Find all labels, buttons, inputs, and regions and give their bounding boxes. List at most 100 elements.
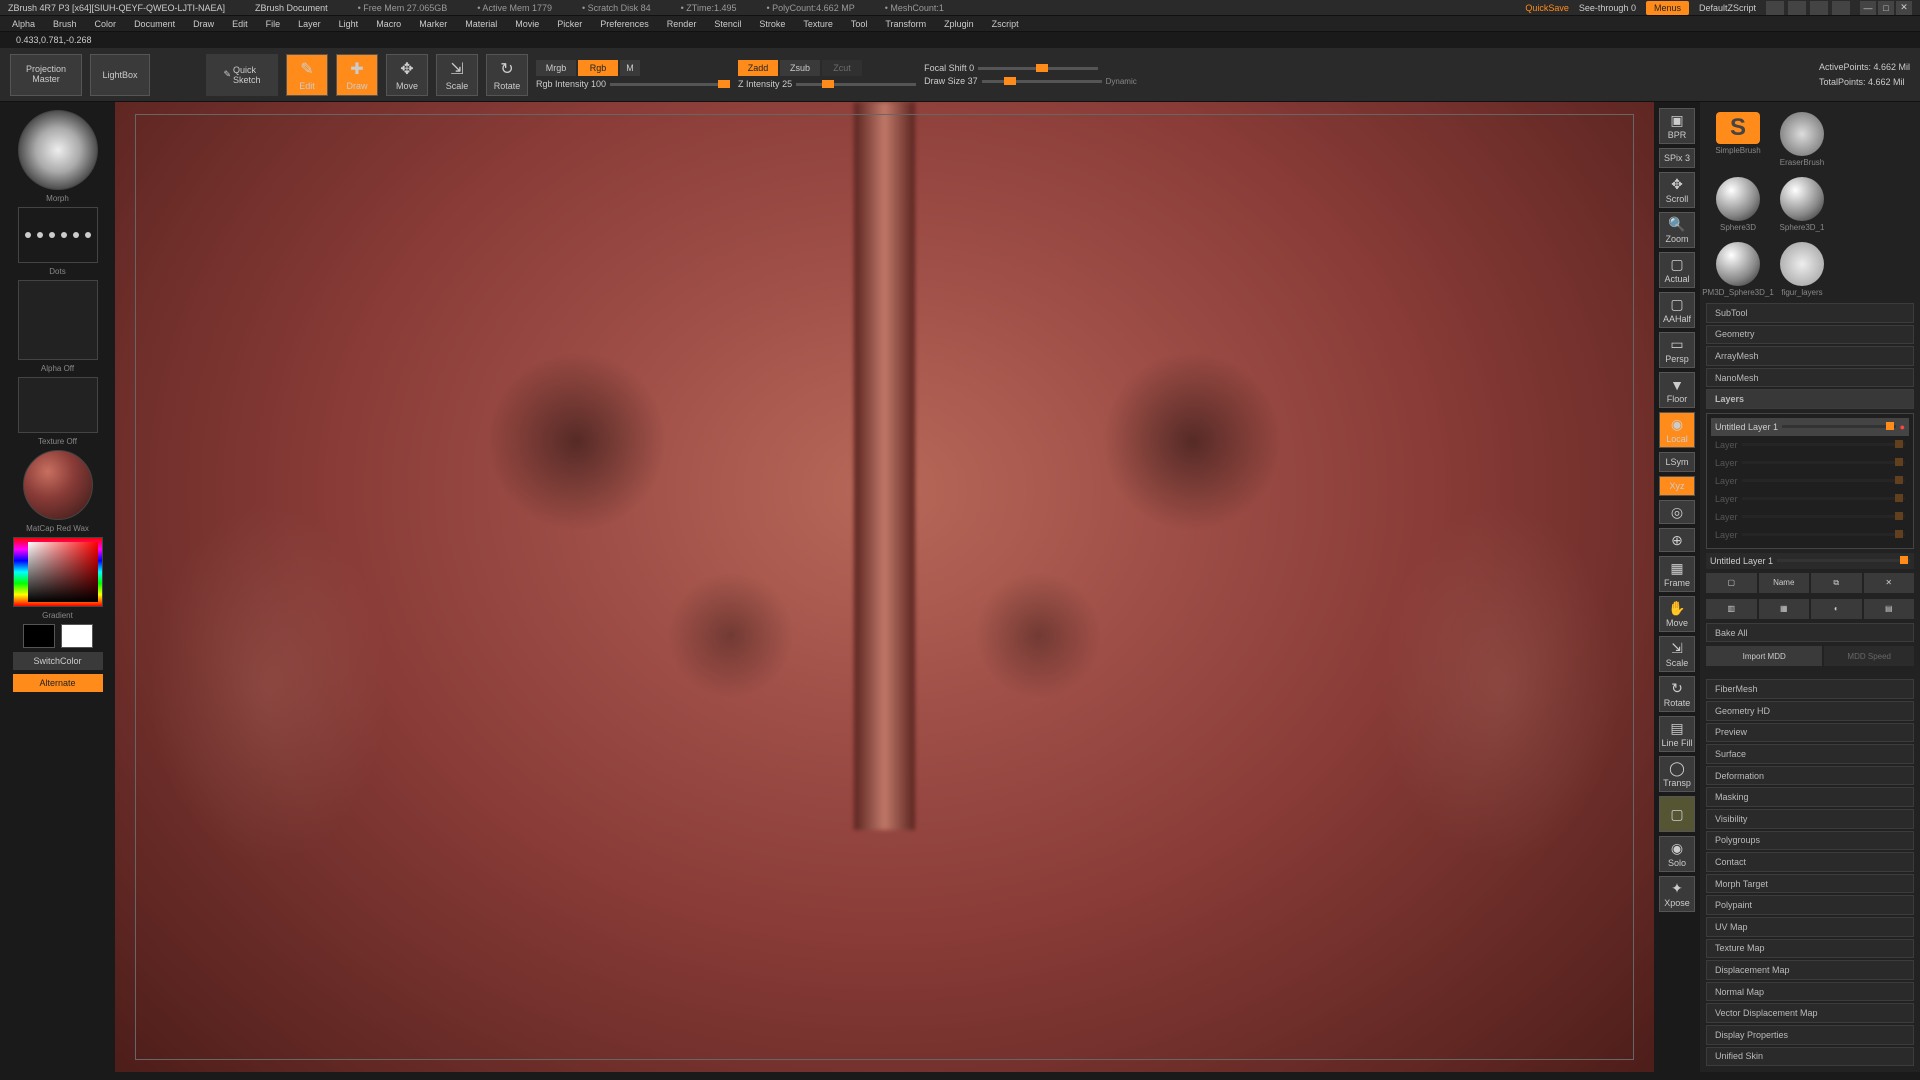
section-subtool[interactable]: SubTool <box>1706 303 1914 323</box>
edit-mode-button[interactable]: ✎Edit <box>286 54 328 96</box>
target-button[interactable]: ⊕ <box>1659 528 1695 552</box>
solo-button[interactable]: ◉Solo <box>1659 836 1695 872</box>
stroke-selector[interactable] <box>18 207 98 263</box>
default-script[interactable]: DefaultZScript <box>1699 3 1756 13</box>
menu-item[interactable]: Marker <box>419 19 447 29</box>
menu-item[interactable]: Texture <box>803 19 833 29</box>
layer-x-button[interactable]: ▤ <box>1864 599 1915 619</box>
section-morph-target[interactable]: Morph Target <box>1706 874 1914 894</box>
local-button[interactable]: ◉Local <box>1659 412 1695 448</box>
frame-button[interactable]: ▦Frame <box>1659 556 1695 592</box>
layer-dup-button[interactable]: ⧉ <box>1811 573 1862 593</box>
transp-button[interactable]: ◯Transp <box>1659 756 1695 792</box>
section-display-properties[interactable]: Display Properties <box>1706 1025 1914 1045</box>
section-vector-disp-map[interactable]: Vector Displacement Map <box>1706 1003 1914 1023</box>
section-uv-map[interactable]: UV Map <box>1706 917 1914 937</box>
tool-sphere3d-1[interactable]: Sphere3D_1 <box>1774 177 1830 232</box>
section-deformation[interactable]: Deformation <box>1706 766 1914 786</box>
menu-item[interactable]: Tool <box>851 19 868 29</box>
linefill-button[interactable]: ▤Line Fill <box>1659 716 1695 752</box>
section-layers[interactable]: Layers <box>1706 389 1914 409</box>
bake-all-button[interactable]: Bake All <box>1706 623 1914 643</box>
material-selector[interactable] <box>23 450 93 520</box>
menu-item[interactable]: Transform <box>885 19 926 29</box>
projection-master-button[interactable]: Projection Master <box>10 54 82 96</box>
rotate-mode-button[interactable]: ↻Rotate <box>486 54 528 96</box>
section-displacement-map[interactable]: Displacement Map <box>1706 960 1914 980</box>
layer-merge-button[interactable]: ▦ <box>1759 599 1810 619</box>
layer-row[interactable]: Layer <box>1711 490 1909 508</box>
menu-item[interactable]: Zscript <box>992 19 1019 29</box>
layer-row[interactable]: Untitled Layer 1● <box>1711 418 1909 436</box>
layout-icon[interactable] <box>1832 1 1850 15</box>
section-preview[interactable]: Preview <box>1706 723 1914 743</box>
layer-invert-button[interactable]: ◐ <box>1811 599 1862 619</box>
rotate-nav-button[interactable]: ↻Rotate <box>1659 676 1695 712</box>
rgb-intensity-slider[interactable]: Rgb Intensity 100 <box>536 79 730 89</box>
layer-del-button[interactable]: ✕ <box>1864 573 1915 593</box>
secondary-color-swatch[interactable] <box>61 624 93 648</box>
menu-item[interactable]: Document <box>134 19 175 29</box>
tool-figur-layers[interactable]: figur_layers <box>1774 242 1830 297</box>
quicksave-button[interactable]: QuickSave <box>1525 3 1569 13</box>
section-masking[interactable]: Masking <box>1706 787 1914 807</box>
section-geometry[interactable]: Geometry <box>1706 325 1914 345</box>
scale-mode-button[interactable]: ⇲Scale <box>436 54 478 96</box>
layer-split-button[interactable]: ▥ <box>1706 599 1757 619</box>
menu-item[interactable]: Light <box>339 19 359 29</box>
menu-item[interactable]: File <box>266 19 281 29</box>
menu-item[interactable]: Preferences <box>600 19 649 29</box>
menus-button[interactable]: Menus <box>1646 1 1689 15</box>
mrgb-button[interactable]: Mrgb <box>536 60 576 76</box>
draw-mode-button[interactable]: ✚Draw <box>336 54 378 96</box>
maximize-icon[interactable]: □ <box>1878 1 1894 15</box>
menu-item[interactable]: Edit <box>232 19 248 29</box>
layer-row[interactable]: Layer <box>1711 472 1909 490</box>
texture-selector[interactable] <box>18 377 98 433</box>
section-fibermesh[interactable]: FiberMesh <box>1706 679 1914 699</box>
menu-item[interactable]: Alpha <box>12 19 35 29</box>
menu-item[interactable]: Brush <box>53 19 77 29</box>
menu-item[interactable]: Color <box>95 19 117 29</box>
menu-item[interactable]: Material <box>465 19 497 29</box>
see-through-slider[interactable]: See-through 0 <box>1579 3 1636 13</box>
menu-item[interactable]: Zplugin <box>944 19 974 29</box>
color-picker[interactable] <box>13 537 103 607</box>
persp-button[interactable]: ▭Persp <box>1659 332 1695 368</box>
layout-icon[interactable] <box>1810 1 1828 15</box>
switch-color-button[interactable]: SwitchColor <box>13 652 103 670</box>
main-color-swatch[interactable] <box>23 624 55 648</box>
actual-button[interactable]: ▢Actual <box>1659 252 1695 288</box>
menu-item[interactable]: Stroke <box>759 19 785 29</box>
brush-selector[interactable] <box>18 110 98 190</box>
menu-item[interactable]: Movie <box>515 19 539 29</box>
tool-simplebrush[interactable]: SSimpleBrush <box>1710 112 1766 167</box>
selected-layer-readout[interactable]: Untitled Layer 1 <box>1706 553 1914 569</box>
lsym-button[interactable]: LSym <box>1659 452 1695 472</box>
tool-eraserbrush[interactable]: EraserBrush <box>1774 112 1830 167</box>
draw-size-slider[interactable]: Draw Size 37 Dynamic <box>924 76 1137 86</box>
mdd-speed-button[interactable]: MDD Speed <box>1824 646 1914 666</box>
minimize-icon[interactable]: — <box>1860 1 1876 15</box>
section-arraymesh[interactable]: ArrayMesh <box>1706 346 1914 366</box>
center-button[interactable]: ◎ <box>1659 500 1695 524</box>
zcut-button[interactable]: Zcut <box>822 60 862 76</box>
scroll-button[interactable]: ✥Scroll <box>1659 172 1695 208</box>
section-unified-skin[interactable]: Unified Skin <box>1706 1047 1914 1067</box>
close-icon[interactable]: ✕ <box>1896 1 1912 15</box>
zadd-button[interactable]: Zadd <box>738 60 778 76</box>
move-mode-button[interactable]: ✥Move <box>386 54 428 96</box>
lightbox-button[interactable]: LightBox <box>90 54 150 96</box>
scale-nav-button[interactable]: ⇲Scale <box>1659 636 1695 672</box>
section-surface[interactable]: Surface <box>1706 744 1914 764</box>
import-mdd-button[interactable]: Import MDD <box>1706 646 1822 666</box>
z-intensity-slider[interactable]: Z Intensity 25 <box>738 79 916 89</box>
section-nanomesh[interactable]: NanoMesh <box>1706 368 1914 388</box>
zsub-button[interactable]: Zsub <box>780 60 820 76</box>
section-geometry-hd[interactable]: Geometry HD <box>1706 701 1914 721</box>
section-polygroups[interactable]: Polygroups <box>1706 831 1914 851</box>
section-contact[interactable]: Contact <box>1706 852 1914 872</box>
menu-item[interactable]: Draw <box>193 19 214 29</box>
section-normal-map[interactable]: Normal Map <box>1706 982 1914 1002</box>
layer-row[interactable]: Layer <box>1711 526 1909 544</box>
